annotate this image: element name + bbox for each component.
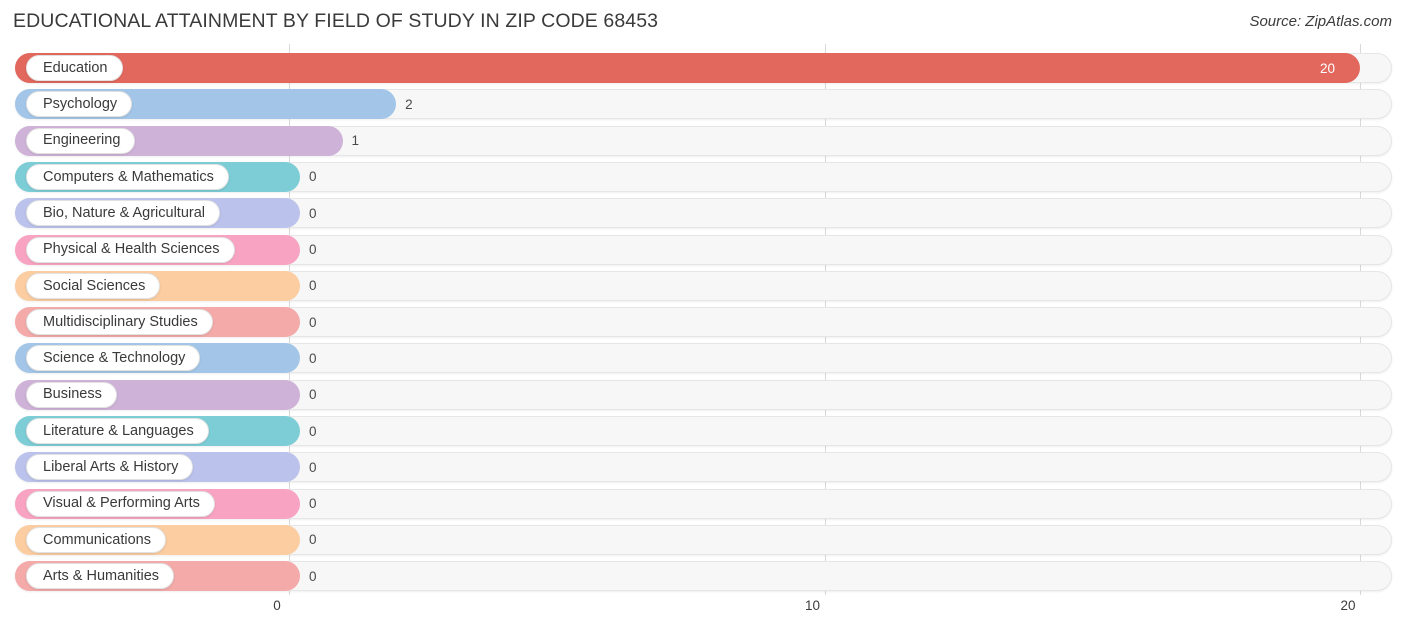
category-pill[interactable]: Visual & Performing Arts bbox=[26, 490, 215, 517]
category-pill[interactable]: Social Sciences bbox=[26, 272, 161, 299]
bar-value-label: 0 bbox=[309, 387, 317, 403]
x-tick-label: 10 bbox=[804, 598, 821, 613]
bar-row[interactable]: Visual & Performing Arts 0 bbox=[0, 488, 1406, 519]
category-pill[interactable]: Physical & Health Sciences bbox=[26, 236, 235, 263]
category-pill[interactable]: Arts & Humanities bbox=[26, 563, 175, 590]
bar-value-label: 2 bbox=[405, 96, 413, 112]
bar-row[interactable]: Literature & Languages 0 bbox=[0, 416, 1406, 446]
category-label: Communications bbox=[43, 531, 151, 548]
bar-value-label: 0 bbox=[309, 350, 317, 366]
bar-value-label: 0 bbox=[309, 496, 317, 512]
bar-value-label: 0 bbox=[309, 459, 317, 475]
bar-row[interactable]: Education 20 bbox=[0, 53, 1406, 83]
category-label: Science & Technology bbox=[43, 350, 186, 367]
chart-root: EDUCATIONAL ATTAINMENT BY FIELD OF STUDY… bbox=[0, 0, 1406, 632]
category-pill[interactable]: Literature & Languages bbox=[26, 418, 209, 444]
category-label: Literature & Languages bbox=[43, 422, 194, 439]
bar-value-label: 0 bbox=[309, 423, 317, 439]
bar-value-label: 1 bbox=[351, 133, 360, 149]
bar-value-label: 0 bbox=[309, 205, 317, 221]
category-label: Liberal Arts & History bbox=[43, 459, 179, 476]
bar-row[interactable]: Business 0 bbox=[0, 379, 1406, 410]
bar-row[interactable]: Arts & Humanities 0 bbox=[0, 561, 1406, 592]
bar-value-label: 0 bbox=[309, 278, 317, 294]
category-label: Visual & Performing Arts bbox=[43, 495, 200, 512]
bar-row[interactable]: Communications 0 bbox=[0, 524, 1406, 555]
chart-header: EDUCATIONAL ATTAINMENT BY FIELD OF STUDY… bbox=[0, 0, 1406, 44]
category-label: Physical & Health Sciences bbox=[43, 241, 220, 258]
category-label: Engineering bbox=[43, 132, 121, 149]
category-label: Bio, Nature & Agricultural bbox=[43, 204, 205, 221]
bar-row[interactable]: Social Sciences 0 bbox=[0, 270, 1406, 301]
category-pill[interactable]: Engineering bbox=[26, 127, 136, 154]
bar-row[interactable]: Engineering 1 bbox=[0, 125, 1406, 156]
category-label: Multidisciplinary Studies bbox=[43, 313, 198, 330]
category-label: Education bbox=[43, 59, 108, 76]
bar-row[interactable]: Psychology 2 bbox=[0, 89, 1406, 120]
bar-row[interactable]: Multidisciplinary Studies 0 bbox=[0, 307, 1406, 338]
bar-segment[interactable] bbox=[15, 53, 1360, 83]
bar-value-label: 20 bbox=[1320, 60, 1336, 76]
category-pill[interactable]: Multidisciplinary Studies bbox=[26, 309, 213, 336]
category-label: Psychology bbox=[43, 96, 118, 113]
bar-value-label: 0 bbox=[309, 532, 317, 548]
category-pill[interactable]: Science & Technology bbox=[26, 345, 201, 372]
x-axis: 0 10 20 bbox=[0, 595, 1406, 632]
category-label: Social Sciences bbox=[43, 277, 146, 294]
plot-area: Education 20 Psychology 2 Engineering 1 Comput… bbox=[0, 44, 1406, 595]
x-tick-label: 0 bbox=[273, 598, 281, 613]
bar-value-label: 0 bbox=[309, 169, 317, 185]
category-pill[interactable]: Computers & Mathematics bbox=[26, 163, 229, 190]
bar-value-label: 0 bbox=[309, 242, 317, 257]
category-pill[interactable]: Communications bbox=[26, 526, 166, 553]
category-label: Arts & Humanities bbox=[43, 567, 160, 584]
bar-value-label: 0 bbox=[309, 314, 317, 330]
category-label: Business bbox=[43, 386, 102, 403]
bar-row[interactable]: Bio, Nature & Agricultural 0 bbox=[0, 198, 1406, 229]
bar-rows: Education 20 Psychology 2 Engineering 1 Comput… bbox=[0, 44, 1406, 595]
bar-row[interactable]: Science & Technology 0 bbox=[0, 343, 1406, 374]
category-pill[interactable]: Business bbox=[26, 381, 117, 408]
category-label: Computers & Mathematics bbox=[43, 168, 214, 185]
category-pill[interactable]: Education bbox=[26, 55, 123, 81]
x-tick-label: 20 bbox=[1340, 598, 1356, 613]
category-pill[interactable]: Psychology bbox=[26, 91, 133, 118]
bar-row[interactable]: Computers & Mathematics 0 bbox=[0, 161, 1406, 192]
bar-value-label: 0 bbox=[309, 568, 317, 584]
bar-row[interactable]: Liberal Arts & History 0 bbox=[0, 452, 1406, 483]
bar-row[interactable]: Physical & Health Sciences 0 bbox=[0, 234, 1406, 265]
source-attribution: Source: ZipAtlas.com bbox=[1249, 13, 1392, 30]
category-pill[interactable]: Liberal Arts & History bbox=[26, 454, 194, 481]
page-title: EDUCATIONAL ATTAINMENT BY FIELD OF STUDY… bbox=[13, 10, 659, 32]
category-pill[interactable]: Bio, Nature & Agricultural bbox=[26, 200, 220, 227]
